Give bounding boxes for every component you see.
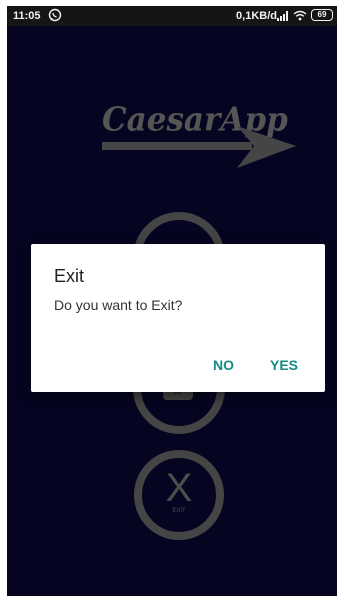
no-button[interactable]: NO bbox=[213, 357, 234, 373]
app-screen: 11:05 0,1KB/d 69 CaesarApp Ur X EXIT Exi… bbox=[7, 6, 337, 596]
network-speed: 0,1KB/d bbox=[236, 10, 277, 22]
yes-button[interactable]: YES bbox=[270, 357, 298, 373]
dialog-title: Exit bbox=[54, 266, 85, 286]
wifi-icon bbox=[293, 10, 307, 24]
status-time: 11:05 bbox=[13, 10, 41, 22]
status-bar: 11:05 0,1KB/d 69 bbox=[7, 6, 337, 26]
signal-icon bbox=[277, 11, 289, 24]
exit-dialog: Exit Do you want to Exit? NO YES bbox=[31, 244, 325, 392]
battery-icon: 69 bbox=[311, 9, 333, 21]
whatsapp-icon bbox=[48, 8, 62, 25]
dialog-message: Do you want to Exit? bbox=[54, 297, 183, 313]
